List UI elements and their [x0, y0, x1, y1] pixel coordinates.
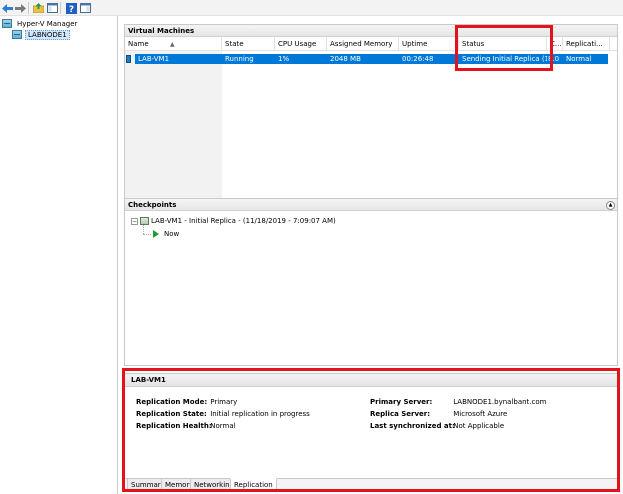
virtual-machines-panel: Virtual Machines Name ▲ State CPU Usage … — [124, 24, 618, 204]
show-hide-console-tree-icon[interactable] — [46, 2, 58, 14]
server-icon — [12, 30, 22, 39]
column-header-uptime[interactable]: Uptime — [399, 37, 459, 51]
forward-arrow-icon[interactable] — [14, 2, 26, 14]
tree-item-hyperv-manager[interactable]: Hyper-V Manager — [2, 18, 79, 29]
field-value: Primary — [210, 398, 238, 406]
column-header-state[interactable]: State — [222, 37, 275, 51]
tree-connector — [143, 234, 151, 235]
vm-replication-health: Normal — [566, 55, 592, 63]
field-value: Not Applicable — [453, 422, 505, 430]
column-header-cpu-usage[interactable]: CPU Usage — [275, 37, 327, 51]
field-label: Primary Server: — [370, 398, 433, 406]
vm-uptime: 00:26:48 — [402, 55, 434, 63]
field-label: Replication Health: — [136, 422, 212, 430]
main-content: Virtual Machines Name ▲ State CPU Usage … — [121, 16, 623, 494]
vm-status: Sending Initial Replica (14%) — [462, 55, 547, 63]
column-header-name[interactable]: Name ▲ — [125, 37, 222, 51]
vm-assigned-memory: 2048 MB — [330, 55, 361, 63]
checkpoint-item[interactable]: − LAB-VM1 - Initial Replica - (11/18/201… — [131, 216, 336, 226]
vm-state: Running — [225, 55, 254, 63]
tree-item-label: LABNODE1 — [25, 29, 70, 40]
back-arrow-icon[interactable] — [1, 2, 13, 14]
detail-tabs: Summary Memory Networking Replication — [125, 478, 617, 491]
column-header-configuration-version[interactable]: C... — [547, 37, 563, 51]
replication-state-field: Replication State: Initial replication i… — [136, 409, 310, 419]
tree-item-label: Hyper-V Manager — [17, 19, 78, 28]
svg-text:?: ? — [68, 5, 73, 14]
now-play-icon — [153, 230, 159, 238]
virtual-machine-icon — [126, 55, 131, 63]
field-value: LABNODE1.bynalbant.com — [453, 398, 547, 406]
collapse-checkpoints-button[interactable]: ▲ — [606, 201, 615, 210]
name-column-background — [125, 51, 222, 203]
sort-ascending-icon: ▲ — [170, 41, 175, 48]
up-folder-icon[interactable] — [32, 2, 44, 14]
replication-health-field: Replication Health: Normal — [136, 421, 236, 431]
field-label: Replication Mode: — [136, 398, 208, 406]
vm-cpu-usage: 1% — [278, 55, 290, 63]
checkpoint-now-label: Now — [164, 230, 180, 238]
tab-replication[interactable]: Replication — [230, 478, 277, 491]
vm-detail-panel: LAB-VM1 Replication Mode: Primary Replic… — [124, 373, 618, 492]
field-value: Microsoft Azure — [453, 410, 508, 418]
checkpoint-label: LAB-VM1 - Initial Replica - (11/18/2019 … — [151, 217, 336, 225]
hyperv-manager-icon — [2, 19, 12, 28]
field-label: Last synchronized at: — [370, 422, 455, 430]
field-label: Replication State: — [136, 410, 207, 418]
vm-configuration-version: 8.0 — [548, 55, 560, 63]
column-header-replication-health[interactable]: Replicati... — [563, 37, 610, 51]
checkpoints-panel: Checkpoints ▲ − LAB-VM1 - Initial Replic… — [124, 198, 618, 366]
tree-item-labnode1[interactable]: LABNODE1 — [12, 29, 70, 40]
replica-server-field: Replica Server: Microsoft Azure — [370, 409, 507, 419]
checkpoint-icon — [140, 217, 149, 225]
primary-server-field: Primary Server: LABNODE1.bynalbant.com — [370, 397, 546, 407]
checkpoint-now-item[interactable]: Now — [153, 229, 179, 239]
detail-title: LAB-VM1 — [125, 374, 617, 387]
console-tree: Hyper-V Manager LABNODE1 — [0, 16, 118, 494]
toolbar: ? — [0, 0, 623, 16]
field-label: Replica Server: — [370, 410, 431, 418]
virtual-machines-title: Virtual Machines — [125, 25, 617, 37]
field-value: Normal — [210, 422, 236, 430]
column-header-status[interactable]: Status — [459, 37, 547, 51]
last-synchronized-field: Last synchronized at: Not Applicable — [370, 421, 504, 431]
replication-mode-field: Replication Mode: Primary — [136, 397, 237, 407]
help-icon[interactable]: ? — [65, 2, 77, 14]
column-header-assigned-memory[interactable]: Assigned Memory — [327, 37, 399, 51]
vm-grid-header: Name ▲ State CPU Usage Assigned Memory U… — [125, 37, 617, 51]
vm-name: LAB-VM1 — [138, 55, 170, 63]
checkpoints-title: Checkpoints — [125, 199, 617, 211]
collapse-expander-icon[interactable]: − — [131, 217, 138, 225]
field-value: Initial replication in progress — [210, 410, 310, 418]
table-row[interactable]: LAB-VM1 Running 1% 2048 MB 00:26:48 Send… — [126, 54, 608, 64]
show-hide-action-pane-icon[interactable] — [79, 2, 91, 14]
